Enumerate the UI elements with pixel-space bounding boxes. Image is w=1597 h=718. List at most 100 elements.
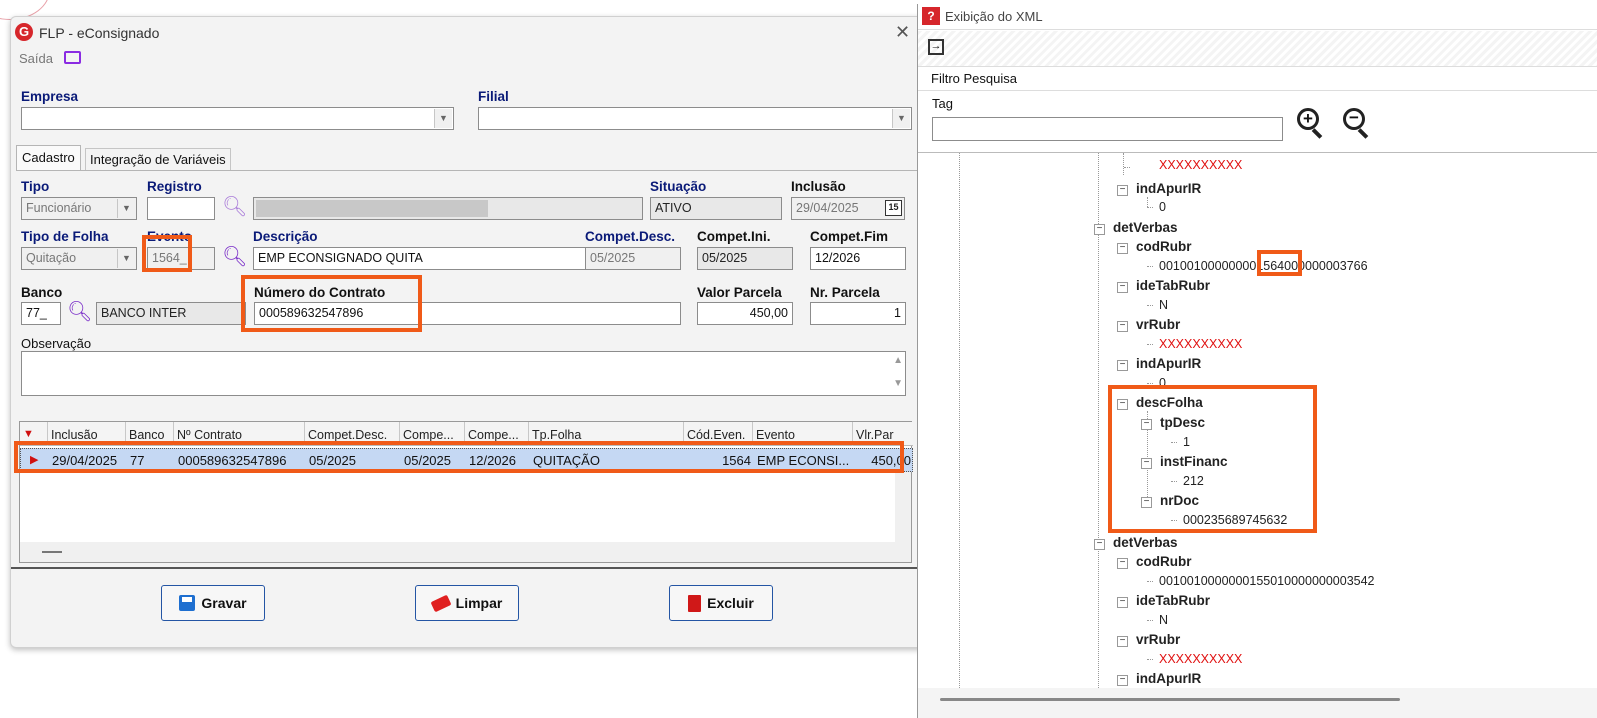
tipo-folha-label: Tipo de Folha (21, 229, 109, 244)
registro-label: Registro (147, 179, 202, 194)
econsignado-window: G FLP - eConsignado ✕ Saída Empresa ▼ Fi… (10, 16, 928, 648)
limpar-button[interactable]: Limpar (415, 585, 519, 621)
valor-parcela-input[interactable]: 450,00 (697, 302, 793, 325)
filial-label: Filial (478, 89, 509, 104)
inclusao-date-field[interactable]: 29/04/2025 15 (791, 197, 905, 220)
tipo-folha-select[interactable]: Quitação ▼ (21, 247, 137, 270)
collapse-icon[interactable]: − (1117, 321, 1128, 332)
tipo-value: Funcionário (26, 201, 92, 215)
gravar-label: Gravar (201, 595, 247, 611)
tree-node-detVerbas[interactable]: detVerbas (1113, 535, 1178, 550)
zoom-out-lens: − (1343, 108, 1365, 130)
collapse-icon[interactable]: − (1117, 675, 1128, 686)
zoom-in-icon[interactable]: + (1297, 108, 1327, 140)
descricao-field[interactable]: EMP ECONSIGNADO QUITA (253, 247, 586, 270)
tree-connector (1147, 620, 1153, 621)
tree-connector (1147, 266, 1153, 267)
bottom-separator (11, 567, 927, 569)
search-icon[interactable]: 🔍︎ (67, 302, 92, 322)
inclusao-label: Inclusão (791, 179, 846, 194)
zoom-out-icon[interactable]: − (1343, 108, 1373, 140)
calendar-icon[interactable]: 15 (885, 200, 902, 216)
horizontal-scrollbar[interactable] (918, 688, 1597, 718)
nr-parcela-label: Nr. Parcela (810, 285, 880, 300)
tree-node-ideTabRubr[interactable]: ideTabRubr (1136, 278, 1210, 293)
collapse-icon[interactable]: − (1117, 185, 1128, 196)
scroll-up-icon[interactable]: ▲ (893, 355, 903, 366)
compet-desc-field[interactable]: 05/2025 (585, 247, 681, 270)
grid-scroll-track[interactable] (895, 472, 911, 542)
compet-fim-field[interactable]: 12/2026 (810, 247, 906, 270)
tab-integracao[interactable]: Integração de Variáveis (85, 148, 231, 170)
limpar-label: Limpar (455, 595, 503, 611)
search-icon[interactable]: 🔍︎ (222, 197, 247, 217)
valor-parcela-label: Valor Parcela (697, 285, 782, 300)
banco-nome-field: BANCO INTER (96, 302, 246, 325)
compet-ini-field[interactable]: 05/2025 (697, 247, 793, 270)
save-icon (179, 595, 196, 611)
tipo-select[interactable]: Funcionário ▼ (21, 197, 137, 220)
xml-window-title: Exibição do XML (945, 9, 1043, 24)
registro-input[interactable] (147, 197, 215, 220)
tree-node-ideTabRubr[interactable]: ideTabRubr (1136, 593, 1210, 608)
tree-connector (1147, 344, 1153, 345)
scroll-down-icon[interactable]: ▼ (893, 378, 903, 389)
search-icon[interactable]: 🔍︎ (222, 247, 247, 267)
monitor-icon[interactable] (64, 51, 81, 64)
scrollbar-thumb[interactable] (940, 698, 1400, 701)
grid-row-highlight (14, 441, 904, 473)
xml-titlebar: ? Exibição do XML (918, 4, 1597, 30)
empresa-label: Empresa (21, 89, 79, 104)
nr-parcela-input[interactable]: 1 (810, 302, 906, 325)
chevron-down-icon[interactable]: ▼ (117, 249, 135, 268)
collapse-icon[interactable]: − (1117, 243, 1128, 254)
codrubr-value-a: 00100100000000 (1159, 259, 1257, 273)
collapse-icon[interactable]: − (1117, 360, 1128, 371)
tree-node-vrRubr[interactable]: vrRubr (1136, 317, 1180, 332)
exit-icon[interactable]: → (928, 39, 944, 55)
observacao-textarea[interactable]: ▲ ▼ (21, 351, 906, 396)
collapse-icon[interactable]: − (1094, 224, 1105, 235)
tree-node-codRubr[interactable]: codRubr (1136, 554, 1192, 569)
tab-divider (16, 170, 919, 171)
tree-node-value: N (1159, 298, 1169, 312)
tree-node-indApurIR[interactable]: indApurIR (1136, 181, 1201, 196)
tree-node-detVerbas[interactable]: detVerbas (1113, 220, 1178, 235)
zoom-out-handle (1357, 128, 1369, 139)
chevron-down-icon[interactable]: ▼ (117, 199, 135, 218)
tag-search-input[interactable] (932, 117, 1283, 141)
collapse-icon[interactable]: − (1117, 558, 1128, 569)
collapse-icon[interactable]: − (1117, 636, 1128, 647)
excluir-button[interactable]: Excluir (669, 585, 773, 621)
zoom-in-lens: + (1297, 108, 1319, 130)
tree-connector (1147, 581, 1153, 582)
chevron-down-icon[interactable]: ▼ (892, 109, 910, 128)
tree-node-value: XXXXXXXXXX (1159, 337, 1243, 351)
chevron-down-icon[interactable]: ▼ (434, 109, 452, 128)
app-logo-icon: G (15, 23, 33, 41)
tree-node-vrRubr[interactable]: vrRubr (1136, 632, 1180, 647)
collapse-icon[interactable]: − (1094, 539, 1105, 550)
collapse-icon[interactable]: − (1117, 282, 1128, 293)
tree-guide (959, 153, 960, 688)
empresa-select[interactable]: ▼ (21, 107, 454, 130)
eraser-icon (430, 594, 452, 612)
gravar-button[interactable]: Gravar (161, 585, 265, 621)
descfolha-highlight (1108, 385, 1317, 533)
tab-cadastro[interactable]: Cadastro (16, 145, 81, 170)
collapse-icon[interactable]: − (1117, 597, 1128, 608)
tag-label: Tag (932, 96, 953, 111)
saida-label[interactable]: Saída (19, 51, 53, 66)
save-icon-label (182, 597, 193, 602)
redacted-bar (256, 200, 488, 217)
tree-connector (1147, 305, 1153, 306)
tree-node-indApurIR[interactable]: indApurIR (1136, 671, 1201, 686)
trash-icon (688, 594, 702, 612)
tree-node-codRubr[interactable]: codRubr (1136, 239, 1192, 254)
banco-input[interactable]: 77_ (21, 302, 61, 325)
observacao-label: Observação (21, 336, 92, 351)
close-icon[interactable]: ✕ (895, 22, 910, 43)
filial-select[interactable]: ▼ (478, 107, 912, 130)
tree-node-indApurIR[interactable]: indApurIR (1136, 356, 1201, 371)
xml-viewer-window: ? Exibição do XML → Filtro Pesquisa Tag … (917, 4, 1597, 718)
